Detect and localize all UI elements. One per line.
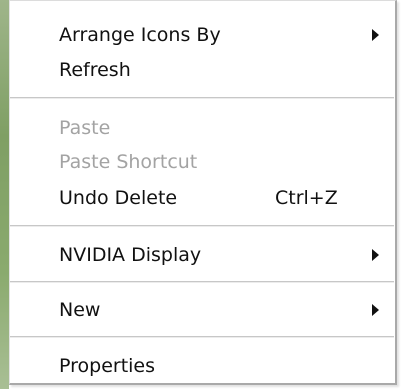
page: Arrange Icons By Refresh Paste Paste Sho… [0,0,401,389]
menu-item-label: Paste [59,117,111,139]
menu-item-new[interactable]: New [10,293,394,327]
submenu-arrow-icon [372,304,379,316]
desktop-context-menu: Arrange Icons By Refresh Paste Paste Sho… [9,0,397,385]
menu-separator [10,225,394,227]
menu-item-label: Undo Delete [59,187,178,209]
menu-item-label: New [59,299,101,321]
menu-item-nvidia-display[interactable]: NVIDIA Display [10,238,394,272]
desktop-background[interactable] [0,0,9,389]
menu-item-label: Refresh [59,59,131,81]
menu-separator [10,97,394,99]
menu-item-arrange-icons-by[interactable]: Arrange Icons By [10,18,394,52]
menu-item-paste[interactable]: Paste [10,111,394,145]
menu-item-label: NVIDIA Display [59,244,202,266]
menu-item-label: Arrange Icons By [59,24,221,46]
menu-item-properties[interactable]: Properties [10,349,394,383]
menu-item-refresh[interactable]: Refresh [10,53,394,87]
menu-item-undo-delete[interactable]: Undo Delete Ctrl+Z [10,181,394,215]
menu-item-shortcut: Ctrl+Z [275,187,338,209]
submenu-arrow-icon [372,249,379,261]
menu-separator [10,336,394,338]
menu-item-label: Properties [59,355,156,377]
menu-item-label: Paste Shortcut [59,151,198,173]
menu-separator [10,281,394,283]
menu-item-paste-shortcut[interactable]: Paste Shortcut [10,145,394,179]
submenu-arrow-icon [372,29,379,41]
